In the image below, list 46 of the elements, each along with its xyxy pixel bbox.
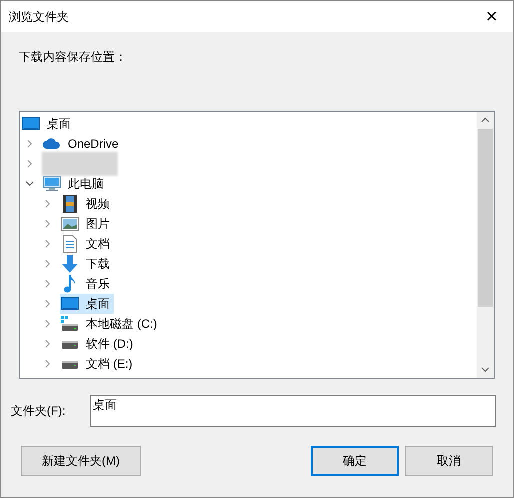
folder-label: 文件夹(F): xyxy=(11,403,67,420)
chevron-right-icon[interactable] xyxy=(44,360,52,368)
tree-item[interactable]: 音乐 xyxy=(60,274,114,294)
computer-icon xyxy=(43,176,61,192)
folder-input[interactable]: 桌面 xyxy=(90,395,496,427)
down-arrow-icon xyxy=(62,255,78,273)
chevron-right-icon[interactable] xyxy=(44,260,52,268)
tree-item[interactable]: 文档 xyxy=(60,234,114,254)
chevron-right-icon[interactable] xyxy=(26,140,34,148)
chevron-right-icon[interactable] xyxy=(44,280,52,288)
tree-item[interactable]: 下载 xyxy=(60,254,114,274)
music-note-icon xyxy=(64,275,76,293)
document-icon xyxy=(63,235,77,253)
dialog-button[interactable]: 新建文件夹(M) xyxy=(21,446,141,476)
close-button[interactable]: × xyxy=(471,1,513,32)
tree-item[interactable]: 图片 xyxy=(60,214,114,234)
drive-icon xyxy=(61,338,79,350)
chevron-right-icon[interactable] xyxy=(26,160,34,168)
monitor-icon xyxy=(61,297,79,311)
scrollbar[interactable] xyxy=(477,112,494,378)
cloud-icon xyxy=(43,137,61,151)
prompt-label: 下载内容保存位置： xyxy=(19,49,128,66)
dialog-button[interactable]: 取消 xyxy=(405,446,493,476)
chevron-right-icon[interactable] xyxy=(44,340,52,348)
picture-icon xyxy=(61,217,79,231)
tree-item[interactable]: 文档 (E:) xyxy=(60,354,137,374)
film-icon xyxy=(63,195,77,213)
chevron-right-icon[interactable] xyxy=(44,240,52,248)
chevron-right-icon[interactable] xyxy=(44,300,52,308)
tree-item[interactable]: 本地磁盘 (C:) xyxy=(60,314,162,334)
chevron-right-icon[interactable] xyxy=(44,220,52,228)
window-title: 浏览文件夹 xyxy=(8,8,69,26)
tree-item[interactable]: 视频 xyxy=(60,194,114,214)
chevron-right-icon[interactable] xyxy=(44,320,52,328)
tree-item[interactable]: 桌面 xyxy=(60,294,114,314)
chevron-down-icon[interactable] xyxy=(26,180,34,188)
tree-item[interactable]: 此电脑 xyxy=(42,174,108,194)
drive-icon xyxy=(61,316,79,332)
scrollbar-thumb[interactable] xyxy=(478,129,493,307)
drive-icon xyxy=(61,358,79,370)
tree-item[interactable]: OneDrive xyxy=(42,134,123,154)
dialog-button[interactable]: 确定 xyxy=(311,446,399,476)
monitor-icon xyxy=(22,117,40,131)
tree-item[interactable]: 桌面 xyxy=(21,114,75,134)
chevron-right-icon[interactable] xyxy=(44,200,52,208)
tree-item[interactable]: 软件 (D:) xyxy=(60,334,138,354)
